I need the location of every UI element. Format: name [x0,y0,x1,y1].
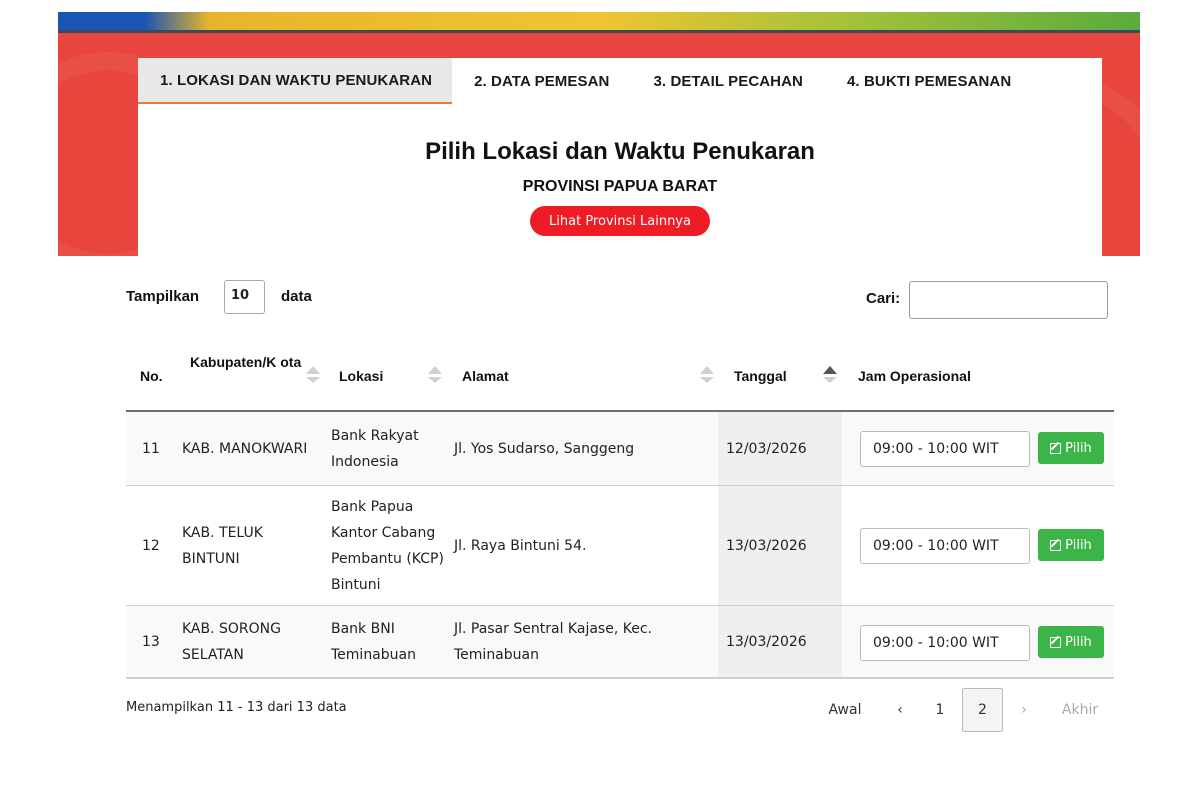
pilih-button[interactable]: Pilih [1038,432,1104,464]
pagination-first[interactable]: Awal [822,688,868,732]
cell-no: 11 [142,441,160,457]
table-row: 12 KAB. TELUK BINTUNI Bank Papua Kantor … [126,486,1114,606]
cell-kabupaten: KAB. SORONG SELATAN [182,621,281,663]
sort-icon [306,377,320,383]
sort-asc-icon [823,366,837,374]
pagination-page-1[interactable]: 1 [926,688,954,732]
cell-alamat: Jl. Raya Bintuni 54. [454,538,587,554]
edit-icon [1050,539,1062,551]
jam-operasional-select[interactable]: 09:00 - 10:00 WIT [860,528,1030,564]
page-length-suffix: data [281,288,312,305]
table-header: No. Kabupaten/K ota Lokasi Alamat Tangga… [126,344,1114,412]
step-tab-bukti-pemesanan[interactable]: 4. BUKTI PEMESANAN [825,58,1033,104]
sort-icon [700,377,714,383]
other-province-button[interactable]: Lihat Provinsi Lainnya [530,206,710,236]
step-tab-detail-pecahan[interactable]: 3. DETAIL PECAHAN [631,58,825,104]
column-header-jam-operasional: Jam Operasional [858,368,971,384]
sort-icon [823,377,837,383]
color-stripe [58,12,1140,30]
step-tab-data-pemesan[interactable]: 2. DATA PEMESAN [452,58,631,104]
cell-alamat: Jl. Yos Sudarso, Sanggeng [454,441,635,457]
cell-alamat: Jl. Pasar Sentral Kajase, Kec. Teminabua… [454,621,652,663]
pilih-button-label: Pilih [1065,537,1092,553]
search-label: Cari: [866,290,901,307]
pagination-last[interactable]: Akhir [1052,688,1108,732]
cell-no: 12 [142,538,160,554]
pagination-page-2[interactable]: 2 [962,688,1003,732]
sort-icon [700,366,714,374]
pilih-button-label: Pilih [1065,440,1092,456]
edit-icon [1050,442,1062,454]
wizard-steps: 1. LOKASI DAN WAKTU PENUKARAN 2. DATA PE… [138,58,1102,104]
step-tab-lokasi[interactable]: 1. LOKASI DAN WAKTU PENUKARAN [138,58,453,104]
cell-tanggal: 13/03/2026 [718,486,842,605]
cell-tanggal: 13/03/2026 [718,606,842,677]
page-title: Pilih Lokasi dan Waktu Penukaran [425,138,815,165]
sort-icon [428,377,442,383]
page-length-prefix: Tampilkan [126,288,200,305]
cell-no: 13 [142,634,160,650]
pilih-button[interactable]: Pilih [1038,529,1104,561]
sort-icon [306,366,320,374]
pilih-button[interactable]: Pilih [1038,626,1104,658]
sort-icon [428,366,442,374]
wizard-panel: 1. LOKASI DAN WAKTU PENUKARAN 2. DATA PE… [138,58,1102,256]
column-header-no[interactable]: No. [140,364,163,388]
column-header-alamat[interactable]: Alamat [462,364,509,388]
search-input[interactable] [909,281,1108,319]
edit-icon [1050,636,1062,648]
column-header-lokasi[interactable]: Lokasi [339,364,383,388]
pilih-button-label: Pilih [1065,634,1092,650]
pagination-prev[interactable]: ‹ [886,688,914,732]
column-header-kabupaten[interactable]: Kabupaten/K ota [190,350,302,374]
jam-operasional-select[interactable]: 09:00 - 10:00 WIT [860,625,1030,661]
cell-kabupaten: KAB. TELUK BINTUNI [182,525,263,567]
cell-lokasi: Bank Rakyat Indonesia [331,428,419,470]
province-label: PROVINSI PAPUA BARAT [522,178,718,195]
cell-lokasi: Bank BNI Teminabuan [331,621,416,663]
nav-line [58,30,1140,33]
cell-lokasi: Bank Papua Kantor Cabang Pembantu (KCP) … [331,499,444,593]
pagination-next[interactable]: › [1010,688,1038,732]
cell-tanggal: 12/03/2026 [718,412,842,485]
table-row: 13 KAB. SORONG SELATAN Bank BNI Teminabu… [126,606,1114,679]
page-length-select[interactable]: 10 [224,280,265,314]
jam-operasional-select[interactable]: 09:00 - 10:00 WIT [860,431,1030,467]
cell-kabupaten: KAB. MANOKWARI [182,441,308,457]
table-row: 11 KAB. MANOKWARI Bank Rakyat Indonesia … [126,412,1114,486]
column-header-tanggal[interactable]: Tanggal [734,364,787,388]
table-info: Menampilkan 11 - 13 dari 13 data [126,700,347,715]
